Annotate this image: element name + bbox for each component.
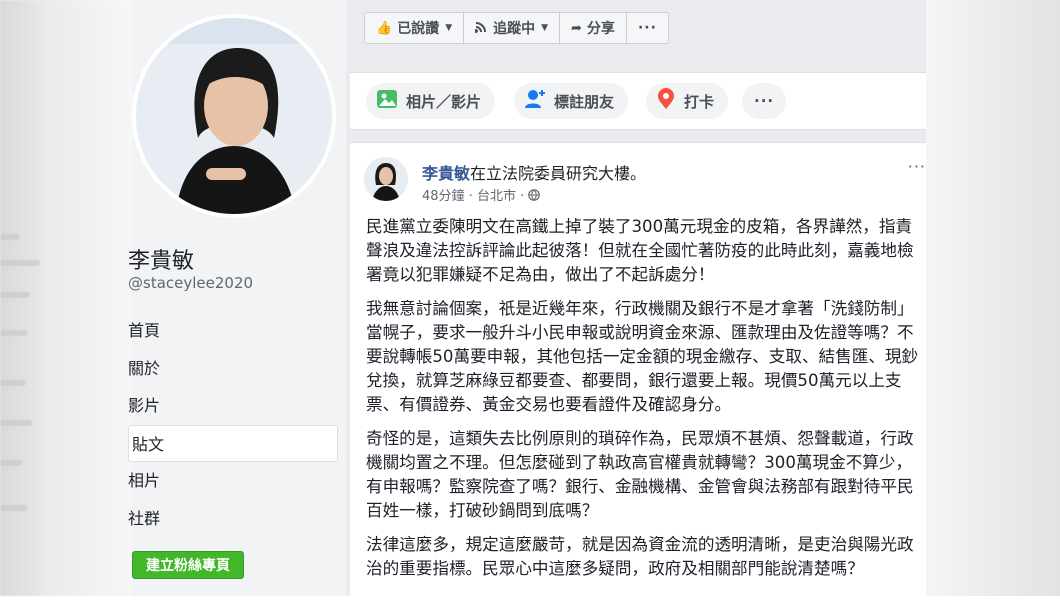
profile-nav: 首頁 關於 影片 貼文 相片 社群 [128, 312, 338, 537]
photo-video-label: 相片／影片 [406, 92, 482, 111]
photo-icon [376, 88, 398, 114]
nav-item-community[interactable]: 社群 [128, 500, 338, 538]
composer-more-label: ··· [754, 92, 775, 110]
more-label: ··· [637, 20, 657, 36]
share-button[interactable]: ➦ 分享 [559, 12, 627, 44]
separator-dot: · [468, 189, 477, 204]
post-paragraph: 法律這麼多，規定這麼嚴苛，就是因為資金流的透明清晰，是吏治與陽光政治的重要指標。… [366, 535, 914, 578]
liked-button[interactable]: 👍 已說讚 ▼ [364, 12, 465, 44]
rss-icon [474, 20, 488, 37]
photo-video-button[interactable]: 相片／影片 [366, 83, 496, 119]
check-in-button[interactable]: 打卡 [646, 83, 729, 119]
post-paragraph: 奇怪的是，這類失去比例原則的瑣碎作為，民眾煩不甚煩、怨聲載道，行政機關均置之不理… [366, 429, 914, 520]
blurred-background-left [0, 0, 132, 596]
post-meta: 48分鐘 · 台北市 · [422, 185, 541, 204]
post-composer: 相片／影片 標註朋友 打卡 ··· [350, 72, 926, 130]
page-action-bar: 👍 已說讚 ▼ 追蹤中 ▼ ➦ 分享 ··· [364, 12, 669, 46]
post-place[interactable]: 台北市 [477, 189, 516, 204]
profile-handle[interactable]: @staceylee2020 [128, 274, 253, 292]
post-author-avatar[interactable] [364, 157, 408, 201]
chevron-down-icon: ▼ [445, 23, 453, 33]
check-in-label: 打卡 [684, 92, 715, 111]
post-card: 李貴敏在立法院委員研究大樓。 48分鐘 · 台北市 · ··· 民進黨立委陳明文… [350, 142, 926, 613]
nav-item-posts[interactable]: 貼文 [128, 424, 338, 462]
following-button[interactable]: 追蹤中 ▼ [463, 12, 561, 44]
nav-item-videos[interactable]: 影片 [128, 387, 338, 425]
nav-item-about[interactable]: 關於 [128, 350, 338, 388]
post-options-button[interactable]: ··· [908, 157, 926, 176]
post-paragraph: 民進黨立委陳明文在高鐵上掉了裝了300萬元現金的皮箱，各界譁然，指責聲浪及違法控… [366, 217, 914, 284]
create-page-button[interactable]: 建立粉絲專頁 [132, 551, 244, 579]
tag-friends-icon [524, 88, 546, 114]
post-author-name[interactable]: 李貴敏 [422, 164, 470, 183]
nav-item-photos[interactable]: 相片 [128, 462, 338, 500]
thumbs-up-icon: 👍 [376, 20, 393, 36]
tag-friends-button[interactable]: 標註朋友 [514, 83, 629, 119]
tag-friends-label: 標註朋友 [554, 92, 615, 111]
composer-more-button[interactable]: ··· [742, 83, 787, 119]
location-pin-icon [656, 88, 676, 114]
blurred-background-right [926, 0, 1060, 596]
share-arrow-icon: ➦ [571, 20, 582, 36]
share-label: 分享 [586, 21, 615, 37]
profile-name[interactable]: 李貴敏 [128, 243, 194, 275]
chevron-down-icon: ▼ [541, 23, 549, 33]
liked-label: 已說讚 [397, 21, 440, 37]
more-options-button[interactable]: ··· [625, 12, 669, 44]
post-header: 李貴敏在立法院委員研究大樓。 [422, 160, 646, 184]
globe-icon [528, 189, 541, 204]
profile-picture[interactable] [132, 14, 336, 218]
nav-item-home[interactable]: 首頁 [128, 312, 338, 350]
post-location-text: 在立法院委員研究大樓。 [470, 164, 647, 183]
post-body: 民進黨立委陳明文在高鐵上掉了裝了300萬元現金的皮箱，各界譁然，指責聲浪及違法控… [366, 215, 922, 591]
post-paragraph: 我無意討論個案，祇是近幾年來，行政機關及銀行不是才拿著「洗錢防制」當幌子，要求一… [366, 299, 919, 414]
post-timestamp[interactable]: 48分鐘 [422, 189, 465, 204]
following-label: 追蹤中 [493, 21, 536, 37]
